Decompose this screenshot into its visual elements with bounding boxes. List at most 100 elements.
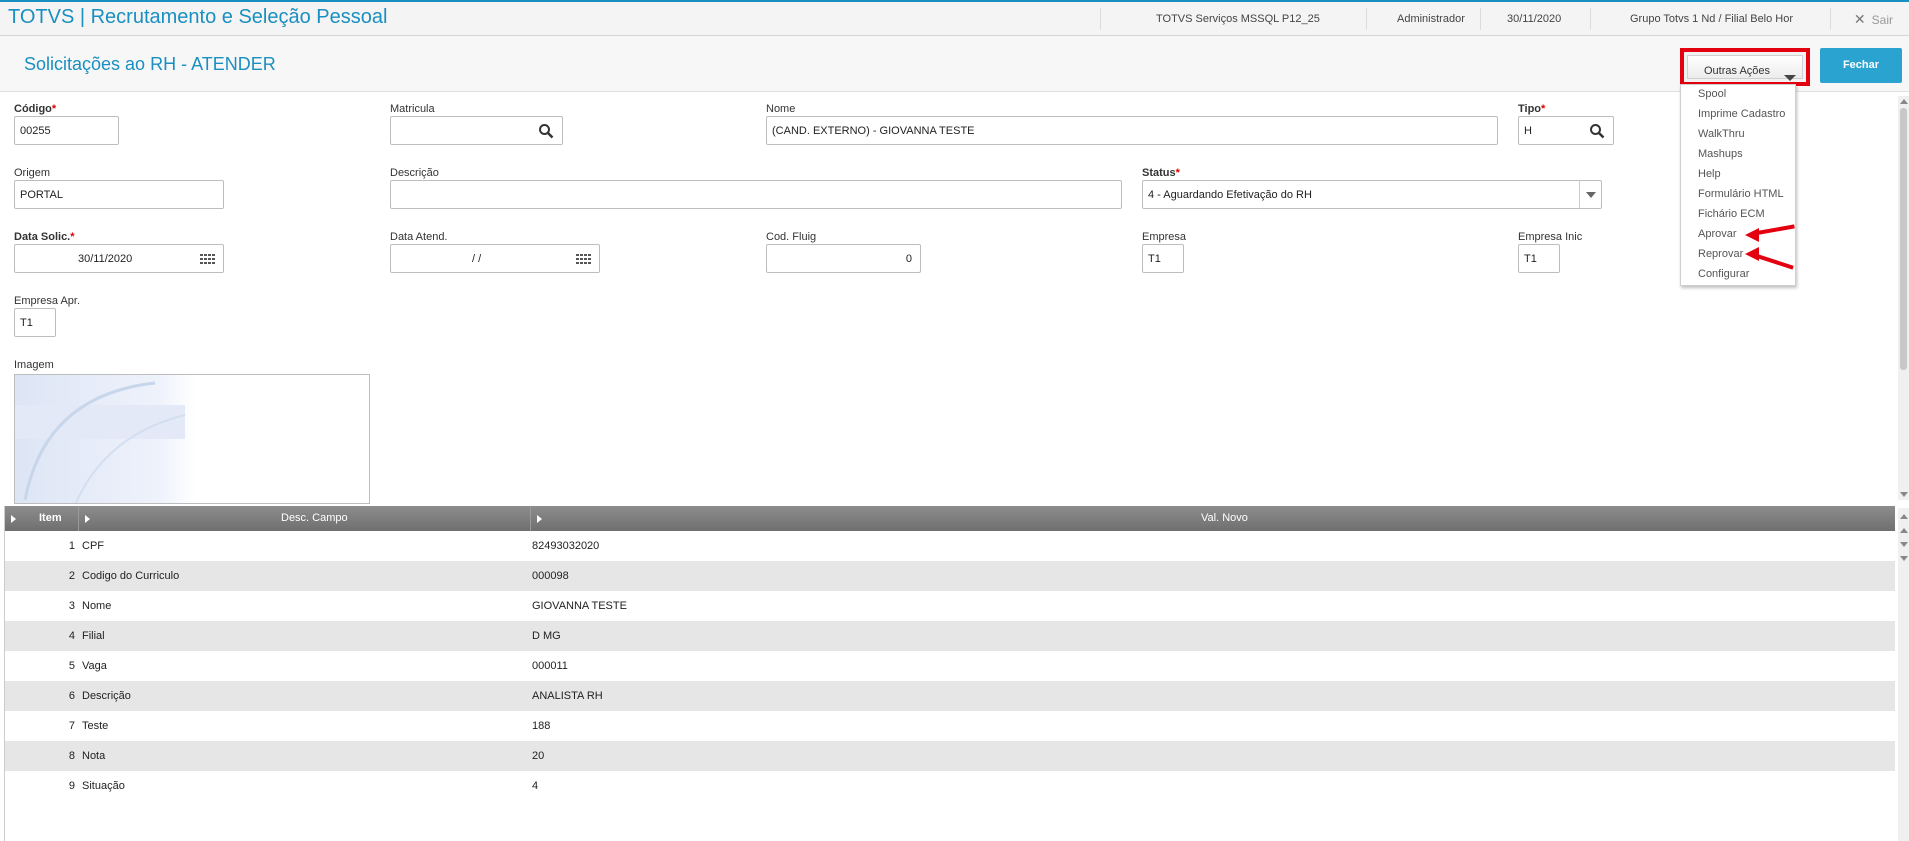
table-row[interactable]: 8 Nota 20	[5, 741, 1895, 771]
cell-valor: D MG	[532, 630, 561, 642]
codigo-value: 00255	[20, 125, 51, 137]
origem-value: PORTAL	[20, 189, 63, 201]
tipo-field[interactable]: H	[1518, 116, 1614, 145]
cell-item: 4	[68, 630, 75, 642]
cell-campo: Vaga	[82, 660, 107, 672]
chevron-down-icon	[1784, 75, 1796, 81]
calendar-icon[interactable]	[575, 251, 591, 267]
exit-button[interactable]: ✕ Sair	[1854, 11, 1893, 28]
menu-item-spool[interactable]: Spool	[1698, 88, 1726, 100]
top-bar: TOTVS | Recrutamento e Seleção Pessoal T…	[0, 0, 1909, 36]
cell-item: 5	[68, 660, 75, 672]
nome-label: Nome	[766, 103, 796, 115]
table-row[interactable]: 1 CPF 82493032020	[5, 531, 1895, 561]
table-row[interactable]: 5 Vaga 000011	[5, 651, 1895, 681]
empresa-label: Empresa	[1142, 231, 1187, 243]
branch-label: Grupo Totvs 1 Nd / Filial Belo Hor	[1630, 13, 1794, 25]
origem-label: Origem	[14, 167, 51, 179]
exit-label: Sair	[1871, 13, 1893, 27]
cell-valor: 82493032020	[532, 540, 600, 552]
environment-label: TOTVS Serviços MSSQL P12_25	[1156, 13, 1320, 25]
user-label: Administrador	[1397, 13, 1465, 25]
empresa-value: T1	[1148, 253, 1161, 265]
search-icon[interactable]	[1589, 123, 1605, 139]
cod-fluig-label: Cod. Fluig	[766, 231, 817, 243]
empresa-apr-label: Empresa Apr.	[14, 295, 81, 307]
cell-item: 7	[68, 720, 75, 732]
descricao-label: Descrição	[390, 167, 439, 179]
codigo-label: Código*	[14, 103, 57, 115]
cell-campo: Nota	[82, 750, 106, 762]
empresa-inic-label: Empresa Inic	[1518, 231, 1583, 243]
close-icon: ✕	[1853, 11, 1866, 27]
form-scrollbar[interactable]	[1898, 96, 1909, 500]
table-row[interactable]: 4 Filial D MG	[5, 621, 1895, 651]
menu-item-configurar[interactable]: Configurar	[1698, 268, 1749, 280]
column-header-item[interactable]: Item	[5, 506, 79, 531]
status-label: Status*	[1142, 167, 1180, 179]
data-atend-value: / /	[472, 253, 482, 265]
divider	[1366, 8, 1367, 30]
cell-item: 2	[68, 570, 75, 582]
changes-grid: Item Desc. Campo Val. Novo 1 CPF 8249303…	[4, 506, 1895, 841]
search-icon[interactable]	[538, 123, 554, 139]
tipo-value: H	[1524, 125, 1532, 137]
table-row[interactable]: 9 Situação 4	[5, 771, 1895, 801]
divider	[1830, 8, 1831, 30]
close-button[interactable]: Fechar	[1820, 48, 1902, 83]
menu-item-fichario-ecm[interactable]: Fichário ECM	[1698, 208, 1765, 220]
table-row[interactable]: 2 Codigo do Curriculo 000098	[5, 561, 1895, 591]
column-header-desc-campo[interactable]: Desc. Campo	[79, 506, 531, 531]
grid-header: Item Desc. Campo Val. Novo	[5, 506, 1895, 531]
origem-field[interactable]: PORTAL	[14, 180, 224, 209]
calendar-icon[interactable]	[199, 251, 215, 267]
cell-campo: Codigo do Curriculo	[82, 570, 180, 582]
cell-campo: CPF	[82, 540, 104, 552]
other-actions-inner: Outras Ações	[1687, 55, 1803, 81]
table-row[interactable]: 3 Nome GIOVANNA TESTE	[5, 591, 1895, 621]
matricula-label: Matricula	[390, 103, 435, 115]
image-placeholder	[15, 375, 195, 503]
column-header-val-novo[interactable]: Val. Novo	[531, 506, 1895, 531]
table-row[interactable]: 7 Teste 188	[5, 711, 1895, 741]
cell-valor: 20	[532, 750, 545, 762]
matricula-field[interactable]	[390, 116, 563, 145]
cell-item: 9	[68, 780, 75, 792]
descricao-field[interactable]	[390, 180, 1122, 209]
data-solic-value: 30/11/2020	[78, 253, 133, 265]
divider	[1480, 8, 1481, 30]
data-atend-field[interactable]: / /	[390, 244, 600, 273]
menu-item-help[interactable]: Help	[1698, 168, 1721, 180]
other-actions-button[interactable]: Outras Ações	[1680, 48, 1810, 86]
triangle-right-icon	[537, 515, 542, 523]
cell-valor: 000011	[532, 660, 568, 672]
menu-item-formulario-html[interactable]: Formulário HTML	[1698, 188, 1784, 200]
image-field[interactable]	[14, 374, 370, 504]
menu-item-aprovar[interactable]: Aprovar	[1698, 228, 1737, 240]
menu-item-reprovar[interactable]: Reprovar	[1698, 248, 1743, 260]
cell-campo: Situação	[82, 780, 125, 792]
menu-item-walkthru[interactable]: WalkThru	[1698, 128, 1745, 140]
table-row[interactable]: 6 Descrição ANALISTA RH	[5, 681, 1895, 711]
grid-scrollbar[interactable]	[1898, 508, 1909, 841]
actions-menu: Spool Imprime Cadastro WalkThru Mashups …	[1680, 84, 1796, 286]
data-solic-field[interactable]: 30/11/2020	[14, 244, 224, 273]
column-header-desc-campo-label: Desc. Campo	[281, 512, 348, 524]
triangle-right-icon	[85, 515, 90, 523]
nome-field[interactable]: (CAND. EXTERNO) - GIOVANNA TESTE	[766, 116, 1498, 145]
nome-value: (CAND. EXTERNO) - GIOVANNA TESTE	[772, 125, 975, 137]
empresa-apr-value: T1	[20, 317, 33, 329]
scroll-thumb[interactable]	[1900, 108, 1907, 370]
status-select[interactable]: 4 - Aguardando Efetivação do RH	[1142, 180, 1602, 209]
codigo-field[interactable]: 00255	[14, 116, 119, 145]
triangle-right-icon	[11, 515, 16, 523]
status-value: 4 - Aguardando Efetivação do RH	[1148, 189, 1312, 201]
empresa-field[interactable]: T1	[1142, 244, 1184, 273]
empresa-inic-value: T1	[1524, 253, 1537, 265]
status-dropdown-button[interactable]	[1579, 181, 1601, 208]
menu-item-imprime-cadastro[interactable]: Imprime Cadastro	[1698, 108, 1785, 120]
cod-fluig-field[interactable]: 0	[766, 244, 921, 273]
empresa-apr-field[interactable]: T1	[14, 308, 56, 337]
empresa-inic-field[interactable]: T1	[1518, 244, 1560, 273]
menu-item-mashups[interactable]: Mashups	[1698, 148, 1743, 160]
